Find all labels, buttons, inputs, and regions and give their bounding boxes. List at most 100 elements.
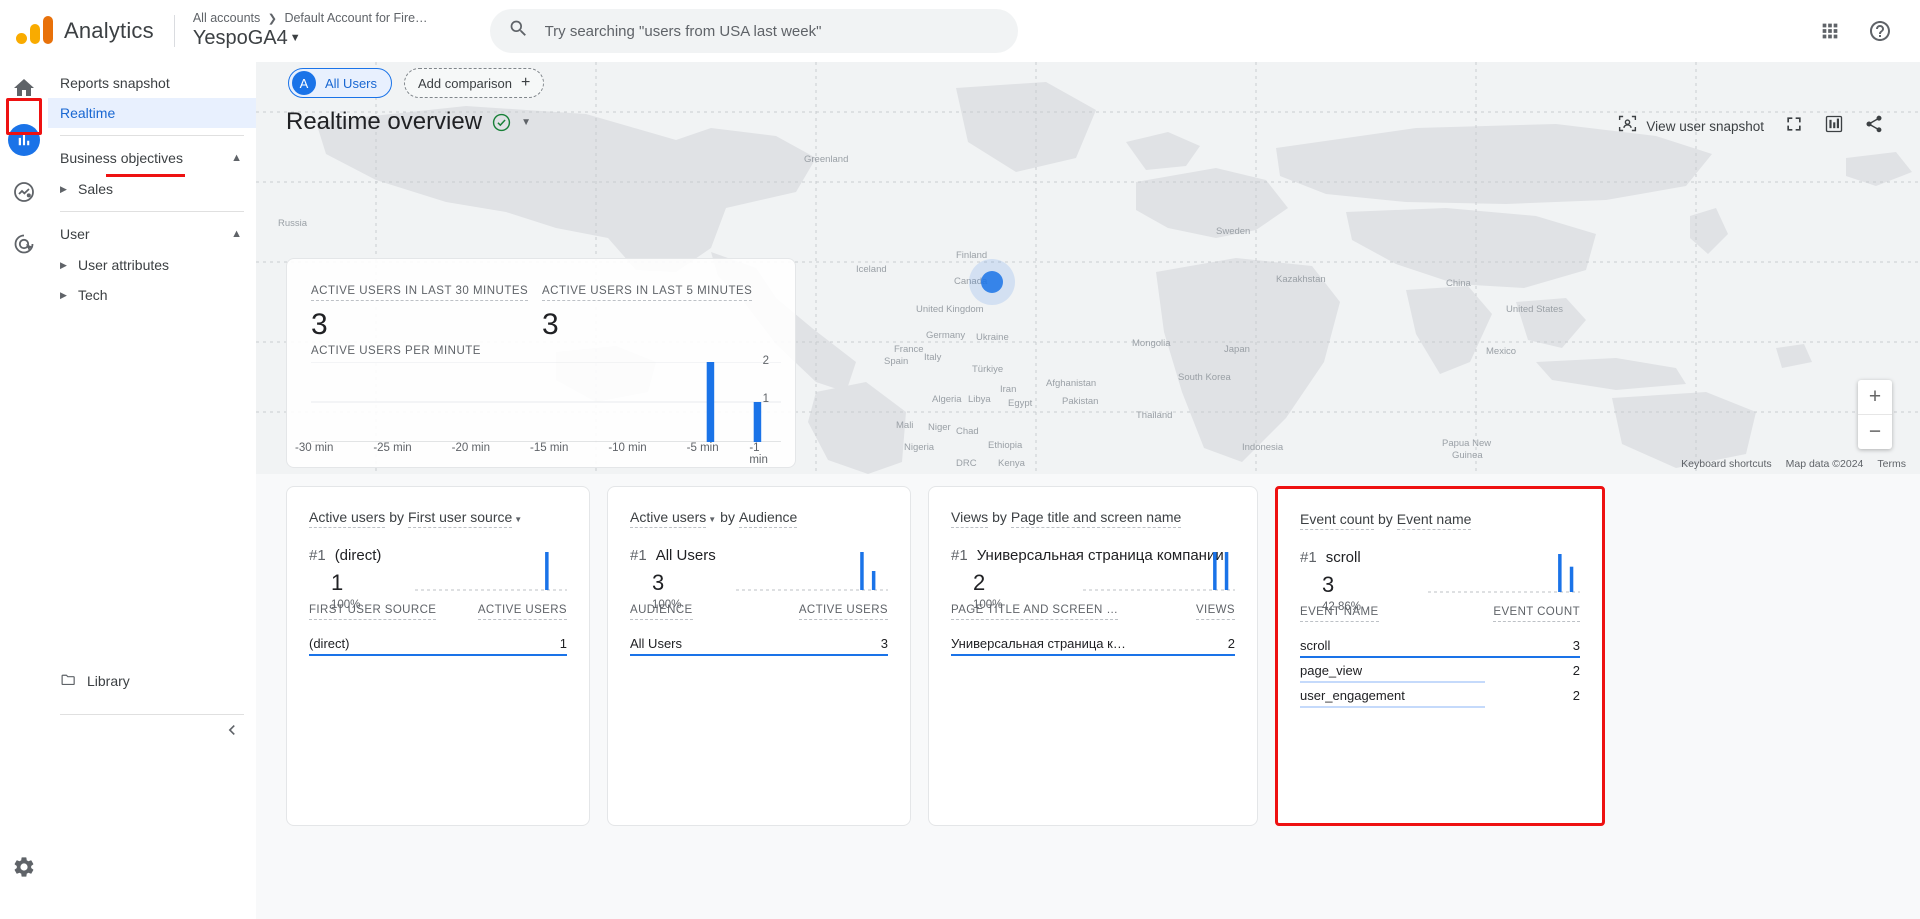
card-dimension-selector[interactable]: First user source: [408, 509, 513, 528]
sidebar-item-label: Library: [87, 673, 130, 689]
card-metric-selector[interactable]: Views: [951, 509, 989, 528]
property-name-label: YespoGA4: [192, 27, 288, 50]
sidebar-item-library[interactable]: Library: [48, 666, 256, 696]
segment-chip-all-users[interactable]: A All Users: [288, 68, 393, 98]
x-tick-label: -5 min: [686, 442, 719, 454]
row-name: All Users: [630, 636, 683, 651]
detail-card-2: Views by Page title and screen name #1 Униве…: [928, 486, 1258, 826]
rank-number: #1: [951, 547, 968, 564]
sidebar-collapse-button[interactable]: [216, 714, 248, 746]
check-circle-icon[interactable]: [492, 113, 511, 132]
sidebar-item-reports-snapshot[interactable]: Reports snapshot: [48, 68, 256, 98]
svg-text:Russia: Russia: [278, 218, 308, 229]
chevron-up-icon: ▲: [231, 152, 242, 164]
page-header: Realtime overview ▼: [286, 108, 531, 136]
card-rows: Универсальная страница к… 2: [951, 631, 1235, 656]
rail-item-reports[interactable]: [2, 118, 46, 162]
card-metric-selector[interactable]: Active users: [309, 509, 386, 528]
segment-label: All Users: [325, 75, 378, 91]
page-title: Realtime overview: [286, 108, 483, 135]
row-value: 1: [559, 636, 567, 651]
card-dimension-selector[interactable]: Page title and screen name: [1010, 509, 1182, 528]
share-button[interactable]: [1858, 110, 1890, 142]
row-value: 3: [1572, 638, 1580, 653]
svg-text:South Korea: South Korea: [1178, 372, 1232, 383]
detail-cards: Active users by First user source ▼ #1 (direc…: [286, 486, 1894, 826]
map-user-marker[interactable]: [981, 271, 1003, 293]
svg-text:Papua New: Papua New: [1442, 438, 1491, 449]
metric-value: 3: [542, 308, 559, 341]
rail-item-home[interactable]: [2, 66, 46, 110]
rail-item-explore[interactable]: [2, 170, 46, 214]
card-dimension-selector[interactable]: Event name: [1396, 511, 1472, 530]
property-name[interactable]: YespoGA4 ▼: [193, 26, 428, 51]
table-row[interactable]: scroll 3: [1300, 633, 1580, 658]
chevron-down-icon[interactable]: ▼: [514, 515, 522, 524]
column-header-metric[interactable]: ACTIVE USERS: [477, 604, 567, 620]
column-header-dimension[interactable]: PAGE TITLE AND SCREEN …: [951, 604, 1119, 620]
chevron-down-icon[interactable]: ▼: [521, 117, 531, 128]
svg-text:Chad: Chad: [956, 426, 979, 437]
report-toolbar: View user snapshot: [1611, 110, 1890, 142]
grid-apps-icon[interactable]: [1810, 11, 1850, 51]
metric-active-users-5min: ACTIVE USERS IN LAST 5 MINUTES 3: [542, 281, 753, 341]
search-bar[interactable]: [489, 9, 1018, 53]
x-tick-label: -1 min: [749, 442, 768, 466]
table-row[interactable]: (direct) 1: [309, 631, 567, 656]
card-rows: (direct) 1: [309, 631, 567, 656]
rail-item-advertising[interactable]: [2, 222, 46, 266]
view-user-snapshot-button[interactable]: View user snapshot: [1611, 110, 1770, 142]
table-row[interactable]: All Users 3: [630, 631, 888, 656]
breadcrumb-account[interactable]: Default Account for Fire…: [284, 11, 427, 25]
search-input[interactable]: [542, 21, 1000, 41]
row-value: 2: [1572, 688, 1580, 703]
table-row[interactable]: page_view 2: [1300, 658, 1580, 683]
breadcrumb-all-accounts[interactable]: All accounts: [193, 11, 260, 25]
chevron-down-icon[interactable]: ▼: [708, 515, 716, 524]
sidebar-item-sales[interactable]: ▶ Sales: [48, 174, 256, 204]
card-title-by: by: [1377, 511, 1393, 527]
svg-text:Spain: Spain: [884, 356, 908, 367]
card-dimension-selector[interactable]: Audience: [738, 509, 798, 528]
card-rows: scroll 3 page_view 2 user_engagement 2: [1300, 633, 1580, 708]
keyboard-shortcuts-link[interactable]: Keyboard shortcuts: [1681, 458, 1771, 470]
sparkline-bar: [1213, 552, 1217, 590]
row-name: user_engagement: [1300, 688, 1405, 703]
svg-text:Iceland: Iceland: [856, 264, 887, 275]
gear-icon[interactable]: [2, 845, 46, 889]
table-row[interactable]: Универсальная страница к… 2: [951, 631, 1235, 656]
column-header-metric[interactable]: VIEWS: [1195, 604, 1235, 620]
column-header-dimension[interactable]: EVENT NAME: [1300, 606, 1379, 622]
sidebar-group-user[interactable]: User ▲: [48, 218, 256, 250]
compare-columns-button[interactable]: [1818, 110, 1850, 142]
svg-text:China: China: [1446, 278, 1472, 289]
sidebar-group-business-objectives[interactable]: Business objectives ▲: [48, 142, 256, 174]
row-name: (direct): [309, 636, 350, 651]
table-row[interactable]: user_engagement 2: [1300, 683, 1580, 708]
svg-text:United Kingdom: United Kingdom: [916, 304, 984, 315]
column-header-metric[interactable]: EVENT COUNT: [1493, 606, 1580, 622]
help-circle-icon[interactable]: [1860, 11, 1900, 51]
fullscreen-button[interactable]: [1778, 110, 1810, 142]
column-header-dimension[interactable]: FIRST USER SOURCE: [309, 604, 437, 620]
card-metric-selector[interactable]: Event count: [1300, 511, 1374, 530]
row-bar: [630, 653, 888, 656]
terms-link[interactable]: Terms: [1877, 458, 1906, 470]
active-users-per-minute-label: ACTIVE USERS PER MINUTE: [311, 341, 481, 360]
card-metric-selector[interactable]: Active users: [630, 509, 707, 528]
map-credits: Keyboard shortcuts Map data ©2024 Terms: [1681, 458, 1906, 470]
account-selector[interactable]: All accounts ❯ Default Account for Fire……: [193, 11, 428, 52]
sidebar-item-user-attributes[interactable]: ▶ User attributes: [48, 250, 256, 280]
column-header-dimension[interactable]: AUDIENCE: [630, 604, 693, 620]
svg-text:United States: United States: [1506, 304, 1563, 315]
map-zoom-out-button[interactable]: −: [1858, 415, 1892, 449]
x-tick-label: -15 min: [530, 442, 569, 454]
map-zoom-controls[interactable]: + −: [1858, 380, 1892, 449]
sidebar-item-tech[interactable]: ▶ Tech: [48, 280, 256, 310]
sidebar-item-realtime[interactable]: Realtime: [48, 98, 256, 128]
comparison-chips: A All Users Add comparison +: [288, 68, 545, 98]
column-header-metric[interactable]: ACTIVE USERS: [798, 604, 888, 620]
map-zoom-in-button[interactable]: +: [1858, 380, 1892, 414]
row-bar: [1300, 705, 1485, 708]
add-comparison-button[interactable]: Add comparison +: [404, 68, 545, 98]
